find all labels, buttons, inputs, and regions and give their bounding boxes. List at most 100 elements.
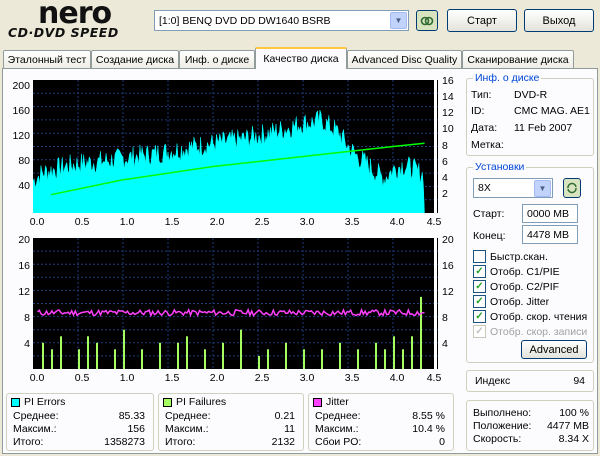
- chevron-down-icon[interactable]: ▼: [534, 179, 551, 197]
- disc-info-title: Инф. о диске: [473, 72, 542, 84]
- tab-create-disc[interactable]: Создание диска: [91, 50, 179, 68]
- drive-select[interactable]: [1:0] BENQ DVD DD DW1640 BSRB ▼: [154, 10, 409, 31]
- tab-disc-info[interactable]: Инф. о диске: [179, 50, 255, 68]
- check-icon[interactable]: ✓: [473, 280, 486, 293]
- advanced-button[interactable]: Advanced: [521, 340, 587, 359]
- pi-errors-max-value: 156: [127, 422, 145, 435]
- disc-date-value: 11 Feb 2007: [514, 122, 573, 134]
- x-tick: 2.0: [209, 372, 225, 384]
- y-tick: 8: [24, 312, 30, 324]
- pi-failures-chart: [33, 238, 438, 369]
- speed-select[interactable]: 8X ▼: [473, 178, 553, 198]
- pi-failures-avg-value: 0.21: [274, 409, 295, 422]
- pi-failure-bar: [177, 342, 179, 369]
- pi-failure-bar: [258, 355, 260, 369]
- speed-value: 8.34 X: [558, 432, 589, 445]
- disc-date-label: Дата:: [471, 122, 498, 134]
- x-tick: 4.5: [426, 372, 442, 384]
- y-tick: 6: [442, 156, 448, 168]
- tab-disc-scan[interactable]: Сканирование диска: [462, 50, 574, 68]
- jitter-title: Jitter: [326, 396, 349, 408]
- end-field[interactable]: 4478 MB: [522, 225, 578, 244]
- x-tick: 2.0: [209, 216, 225, 228]
- start-label: Старт:: [473, 208, 505, 220]
- x-tick: 1.5: [164, 372, 180, 384]
- pi-errors-legend: PI Errors: [11, 396, 65, 408]
- pi-failures-avg-label: Среднее:: [165, 409, 211, 422]
- tab-advanced-disc-quality[interactable]: Advanced Disc Quality: [347, 50, 462, 68]
- show-jitter-label: Отобр. Jitter: [490, 295, 550, 308]
- index-label: Индекс: [475, 375, 511, 387]
- pi-errors-x-axis: 0.0 0.5 1.0 1.5 2.0 2.5 3.0 3.5 4.0 4.5: [0, 216, 460, 230]
- pi-failure-bar: [402, 349, 404, 369]
- pi-errors-stats: PI Errors Среднее: 85.33 Максим.: 156 Итог…: [6, 393, 154, 451]
- show-read-speed-checkbox[interactable]: ✓ Отобр. скор. чтения: [473, 309, 593, 324]
- pi-failure-bar: [123, 329, 125, 369]
- refresh-icon: [420, 16, 434, 25]
- refresh-drive-button[interactable]: [416, 10, 438, 31]
- pi-failure-bar: [303, 349, 305, 369]
- show-c1-pie-checkbox[interactable]: ✓ Отобр. C1/PIE: [473, 264, 593, 279]
- show-jitter-checkbox[interactable]: ✓ Отобр. Jitter: [473, 294, 593, 309]
- exit-button[interactable]: Выход: [524, 9, 594, 32]
- display-options: Быстр.скан. ✓ Отобр. C1/PIE ✓ Отобр. C2/PI…: [473, 249, 593, 339]
- pi-failures-legend: PI Failures: [163, 396, 226, 408]
- checkbox-box[interactable]: [473, 250, 486, 263]
- x-tick: 1.0: [119, 372, 135, 384]
- drive-select-value: [1:0] BENQ DVD DD DW1640 BSRB: [159, 14, 331, 27]
- pi-failure-bar: [114, 349, 116, 369]
- pi-failures-max-value: 11: [284, 422, 295, 435]
- position-value: 4477 MB: [546, 419, 589, 432]
- y-tick: 40: [18, 180, 30, 192]
- start-field[interactable]: 0000 MB: [522, 204, 578, 223]
- check-icon[interactable]: ✓: [473, 295, 486, 308]
- pi-failure-bar: [51, 349, 53, 369]
- disc-label-label: Метка:: [471, 139, 504, 151]
- jitter-max-label: Максим.:: [315, 422, 359, 435]
- pi-failure-bar: [42, 342, 44, 369]
- pi-failure-bar: [186, 336, 188, 369]
- check-icon[interactable]: ✓: [473, 310, 486, 323]
- pi-failure-bar: [240, 329, 242, 369]
- x-tick: 0.0: [29, 216, 45, 228]
- pi-failure-bar: [60, 336, 62, 369]
- pi-failure-bar: [357, 349, 359, 369]
- po-failures-label: Сбои PO:: [315, 435, 362, 448]
- refresh-icon: [567, 182, 577, 194]
- pi-failure-bar: [78, 349, 80, 369]
- tab-benchmark[interactable]: Эталонный тест: [3, 50, 91, 68]
- chevron-down-icon[interactable]: ▼: [390, 12, 407, 29]
- scan-position-marker: [434, 238, 437, 369]
- start-button[interactable]: Старт: [447, 9, 517, 32]
- x-tick: 4.5: [426, 216, 442, 228]
- y-tick: 12: [442, 286, 454, 298]
- quick-scan-checkbox[interactable]: Быстр.скан.: [473, 249, 593, 264]
- pi-failures-x-axis: 0.0 0.5 1.0 1.5 2.0 2.5 3.0 3.5 4.0 4.5: [0, 372, 460, 386]
- speed-label: Скорость:: [473, 432, 522, 445]
- refresh-speed-button[interactable]: [563, 178, 581, 198]
- x-tick: 3.5: [344, 216, 360, 228]
- scan-position-marker: [434, 80, 437, 213]
- pi-failure-bar: [375, 342, 377, 369]
- show-write-speed-checkbox: ✓ Отобр. скор. записи: [473, 324, 593, 339]
- jitter-swatch: [313, 397, 322, 407]
- pi-errors-total-label: Итого:: [13, 435, 44, 448]
- disc-id-label: ID:: [471, 105, 485, 117]
- show-c1-pie-label: Отобр. C1/PIE: [490, 265, 560, 278]
- x-tick: 0.5: [74, 216, 90, 228]
- show-c2-pif-checkbox[interactable]: ✓ Отобр. C2/PIF: [473, 279, 593, 294]
- show-read-speed-label: Отобр. скор. чтения: [490, 310, 588, 323]
- y-tick: 14: [442, 91, 454, 103]
- y-tick: 200: [12, 80, 30, 92]
- end-label: Конец:: [473, 230, 506, 242]
- pi-failure-bar: [267, 349, 269, 369]
- pi-errors-chart: [33, 80, 438, 213]
- y-tick: 12: [18, 286, 30, 298]
- tab-disc-quality[interactable]: Качество диска: [255, 47, 347, 69]
- pi-failures-swatch: [163, 397, 172, 407]
- check-icon[interactable]: ✓: [473, 265, 486, 278]
- settings-group: Установки 8X ▼ Старт: 0000 MB Конец: 447…: [466, 161, 594, 363]
- pi-errors-swatch: [11, 397, 20, 407]
- y-tick: 4: [442, 172, 448, 184]
- cd-dvd-speed-logo: CD·DVD SPEED: [8, 25, 119, 40]
